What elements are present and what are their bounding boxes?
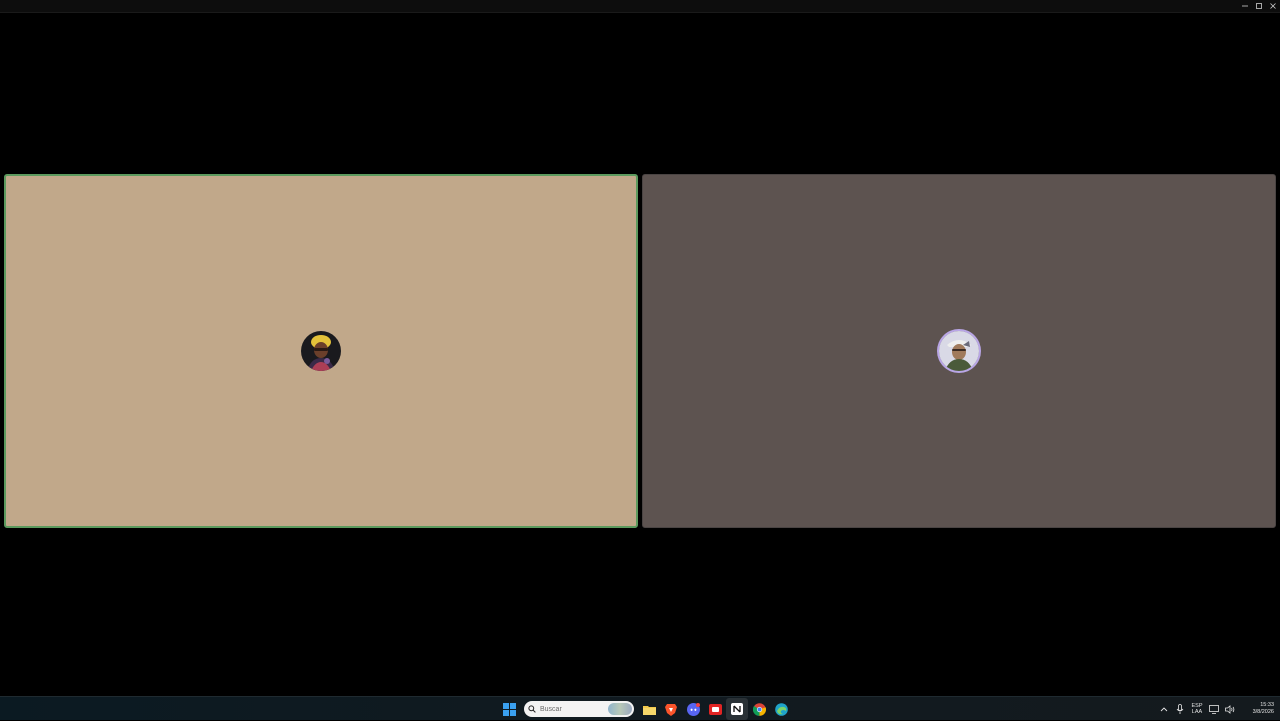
- app-window: [0, 0, 1280, 696]
- minimize-icon: [1242, 5, 1248, 7]
- file-explorer-button[interactable]: [638, 698, 660, 720]
- volume-button[interactable]: [1222, 698, 1238, 720]
- network-button[interactable]: [1206, 698, 1222, 720]
- microphone-icon: [1176, 704, 1184, 714]
- participant-avatar[interactable]: [301, 331, 341, 371]
- notion-button[interactable]: [726, 698, 748, 720]
- notion-icon: [731, 703, 743, 715]
- language-indicator[interactable]: ESP LAA: [1188, 703, 1206, 715]
- call-stage: [0, 13, 1280, 696]
- taskbar: Buscar ESP LAA 15:33 3/8/2026: [0, 696, 1280, 720]
- chrome-icon: [752, 702, 766, 716]
- search-box[interactable]: Buscar: [524, 701, 634, 717]
- discord-button[interactable]: [682, 698, 704, 720]
- chevron-up-icon: [1160, 707, 1168, 712]
- brave-browser-icon: [665, 703, 677, 716]
- minimize-button[interactable]: [1238, 0, 1252, 12]
- search-icon: [528, 705, 536, 713]
- avatar-image: [939, 331, 979, 371]
- edge-button[interactable]: [770, 698, 792, 720]
- close-button[interactable]: [1266, 0, 1280, 12]
- participant-avatar[interactable]: [939, 331, 979, 371]
- maximize-icon: [1256, 3, 1262, 9]
- taskbar-apps: Buscar: [498, 697, 792, 721]
- chrome-button[interactable]: [748, 698, 770, 720]
- window-controls: [1238, 0, 1280, 12]
- network-icon: [1209, 704, 1219, 714]
- search-placeholder: Buscar: [540, 705, 562, 713]
- search-highlight-image: [608, 703, 632, 715]
- avatar-image: [301, 331, 341, 371]
- participant-tile[interactable]: [4, 174, 638, 528]
- system-tray: ESP LAA 15:33 3/8/2026: [1156, 697, 1280, 721]
- clock[interactable]: 15:33 3/8/2026: [1238, 702, 1280, 716]
- speaker-icon: [1225, 704, 1235, 714]
- participant-tile[interactable]: [642, 174, 1276, 528]
- microphone-button[interactable]: [1172, 698, 1188, 720]
- close-icon: [1270, 3, 1276, 9]
- show-hidden-icons-button[interactable]: [1156, 698, 1172, 720]
- keyboard-layout: LAA: [1191, 709, 1203, 715]
- start-button[interactable]: [498, 698, 520, 720]
- brave-button[interactable]: [660, 698, 682, 720]
- file-explorer-icon: [642, 705, 656, 715]
- edge-icon: [774, 702, 788, 716]
- title-bar: [0, 0, 1280, 13]
- discord-icon: [686, 702, 700, 716]
- clock-time: 15:33: [1260, 702, 1274, 708]
- maximize-button[interactable]: [1252, 0, 1266, 12]
- windows-start-icon: [502, 702, 516, 716]
- clock-date: 3/8/2026: [1252, 709, 1274, 715]
- red-app-icon: [708, 703, 722, 715]
- red-app-button[interactable]: [704, 698, 726, 720]
